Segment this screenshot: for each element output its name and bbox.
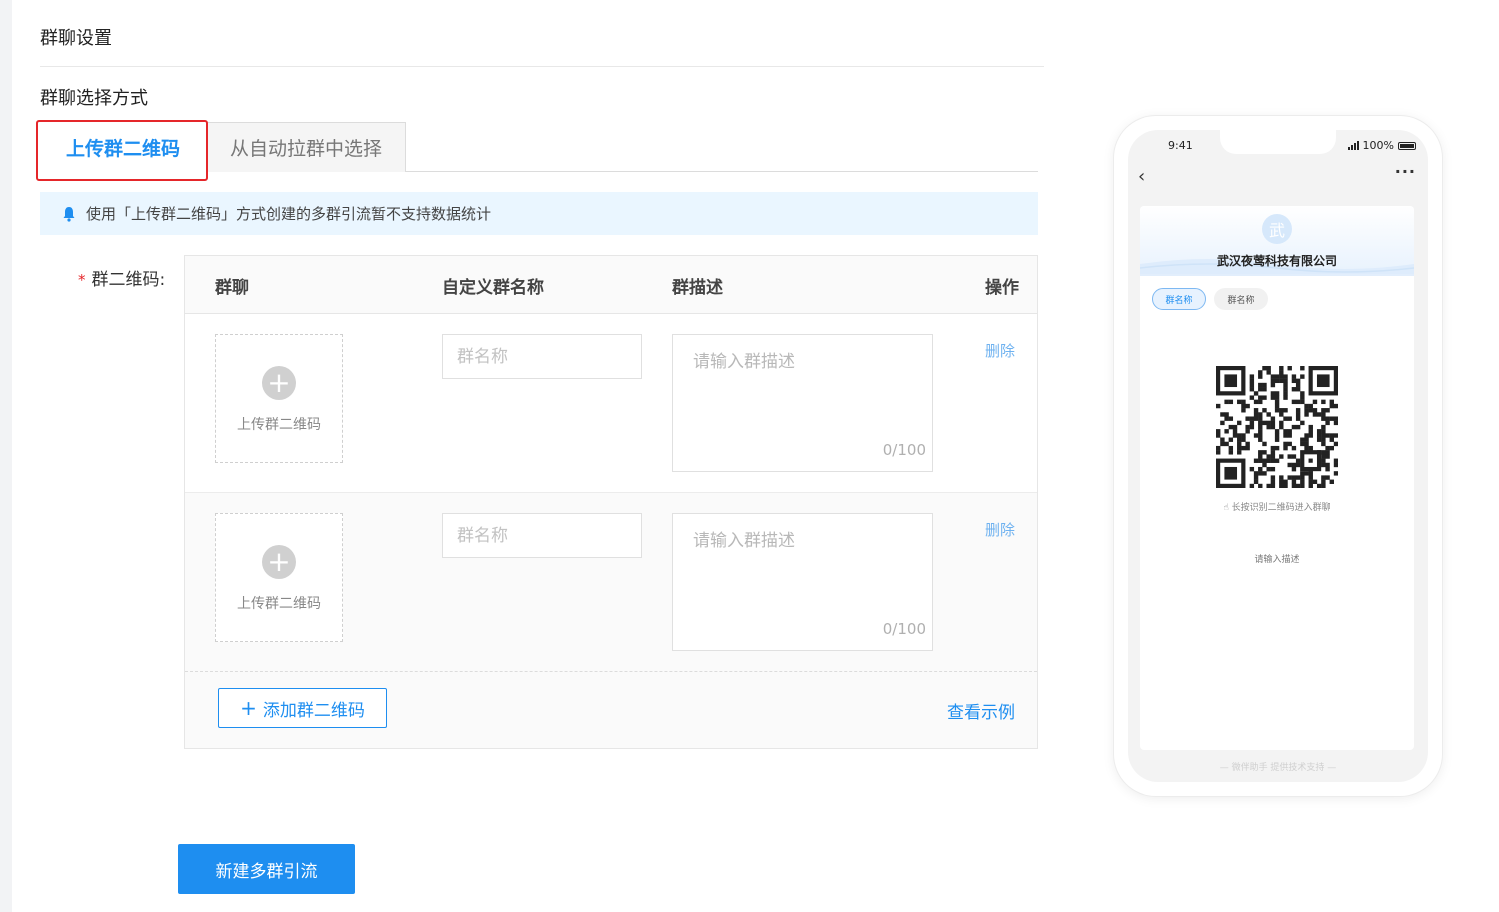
upload-qrcode-button[interactable]: + 上传群二维码 [215, 334, 343, 463]
table-header: 群聊 自定义群名称 群描述 操作 [185, 256, 1037, 314]
table-row: + 上传群二维码 0/100 删除 [185, 493, 1037, 672]
header-custom-name: 自定义群名称 [442, 277, 544, 298]
add-button-label: 添加群二维码 [262, 700, 365, 721]
qrcode-image [1216, 366, 1338, 488]
notice-text: 使用「上传群二维码」方式创建的多群引流暂不支持数据统计 [86, 205, 492, 223]
left-sidebar-strip [0, 0, 12, 912]
powered-by-footer: — 微伴助手 提供技术支持 — [1219, 763, 1337, 773]
upload-label: 上传群二维码 [237, 416, 321, 433]
phone-screen: 9:41 100% ‹ ··· 武 武汉夜莺科技有限公司 群名称 群名称 ☝ 长… [1128, 130, 1428, 782]
group-name-input[interactable] [442, 334, 642, 379]
group-description-field: 0/100 [672, 513, 933, 651]
header-actions: 操作 [985, 277, 1019, 298]
group-chip-selected: 群名称 [1152, 288, 1206, 310]
divider [40, 66, 1044, 67]
group-qrcode-table: 群聊 自定义群名称 群描述 操作 + 上传群二维码 0/100 删除 + 上传群… [184, 255, 1038, 749]
delete-link[interactable]: 删除 [985, 519, 1015, 540]
delete-link[interactable]: 删除 [985, 340, 1015, 361]
scan-hint: ☝ 长按识别二维码进入群聊 [1140, 500, 1414, 513]
header-group: 群聊 [215, 277, 249, 298]
card-header: 武 武汉夜莺科技有限公司 [1140, 206, 1414, 276]
table-row: + 上传群二维码 0/100 删除 [185, 314, 1037, 493]
scan-hint-text: 长按识别二维码进入群聊 [1231, 503, 1331, 513]
char-counter: 0/100 [882, 441, 926, 459]
method-title: 群聊选择方式 [40, 88, 148, 109]
bell-icon [63, 206, 75, 222]
more-icon: ··· [1394, 162, 1416, 181]
plus-icon: + [240, 696, 257, 720]
required-mark: * [78, 271, 86, 289]
group-chip: 群名称 [1214, 288, 1268, 310]
hand-icon: ☝ [1223, 503, 1232, 513]
char-counter: 0/100 [882, 620, 926, 638]
notice-banner: 使用「上传群二维码」方式创建的多群引流暂不支持数据统计 [40, 192, 1038, 235]
battery-icon [1398, 141, 1416, 150]
header-description: 群描述 [672, 277, 723, 298]
preview-card: 武 武汉夜莺科技有限公司 群名称 群名称 ☝ 长按识别二维码进入群聊 请输入描述 [1140, 206, 1414, 750]
back-arrow-icon: ‹ [1138, 166, 1146, 187]
add-group-qrcode-button[interactable]: + 添加群二维码 [218, 688, 387, 728]
upload-qrcode-button[interactable]: + 上传群二维码 [215, 513, 343, 642]
tab-auto-group[interactable]: 从自动拉群中选择 [206, 122, 406, 172]
phone-notch [1220, 130, 1336, 154]
view-example-link[interactable]: 查看示例 [947, 698, 1015, 723]
qrcode-form-label: * 群二维码: [78, 265, 165, 290]
plus-icon: + [262, 365, 296, 400]
company-avatar: 武 [1262, 214, 1292, 244]
status-bar-right: 100% [1347, 139, 1416, 152]
battery-percent: 100% [1362, 139, 1394, 152]
plus-icon: + [262, 544, 296, 579]
signal-icon [1347, 141, 1359, 150]
qrcode-label-text: 群二维码: [91, 270, 166, 290]
method-tabs: 上传群二维码 从自动拉群中选择 [40, 122, 1038, 172]
create-multi-group-button[interactable]: 新建多群引流 [178, 844, 355, 894]
tab-upload-qrcode[interactable]: 上传群二维码 [40, 122, 206, 172]
group-name-input[interactable] [442, 513, 642, 558]
upload-label: 上传群二维码 [237, 595, 321, 612]
description-hint: 请输入描述 [1254, 555, 1300, 565]
phone-preview: 9:41 100% ‹ ··· 武 武汉夜莺科技有限公司 群名称 群名称 ☝ 长… [1114, 116, 1442, 796]
section-title: 群聊设置 [40, 28, 112, 49]
company-name: 武汉夜莺科技有限公司 [1216, 254, 1337, 268]
group-description-field: 0/100 [672, 334, 933, 472]
status-time: 9:41 [1168, 139, 1193, 152]
